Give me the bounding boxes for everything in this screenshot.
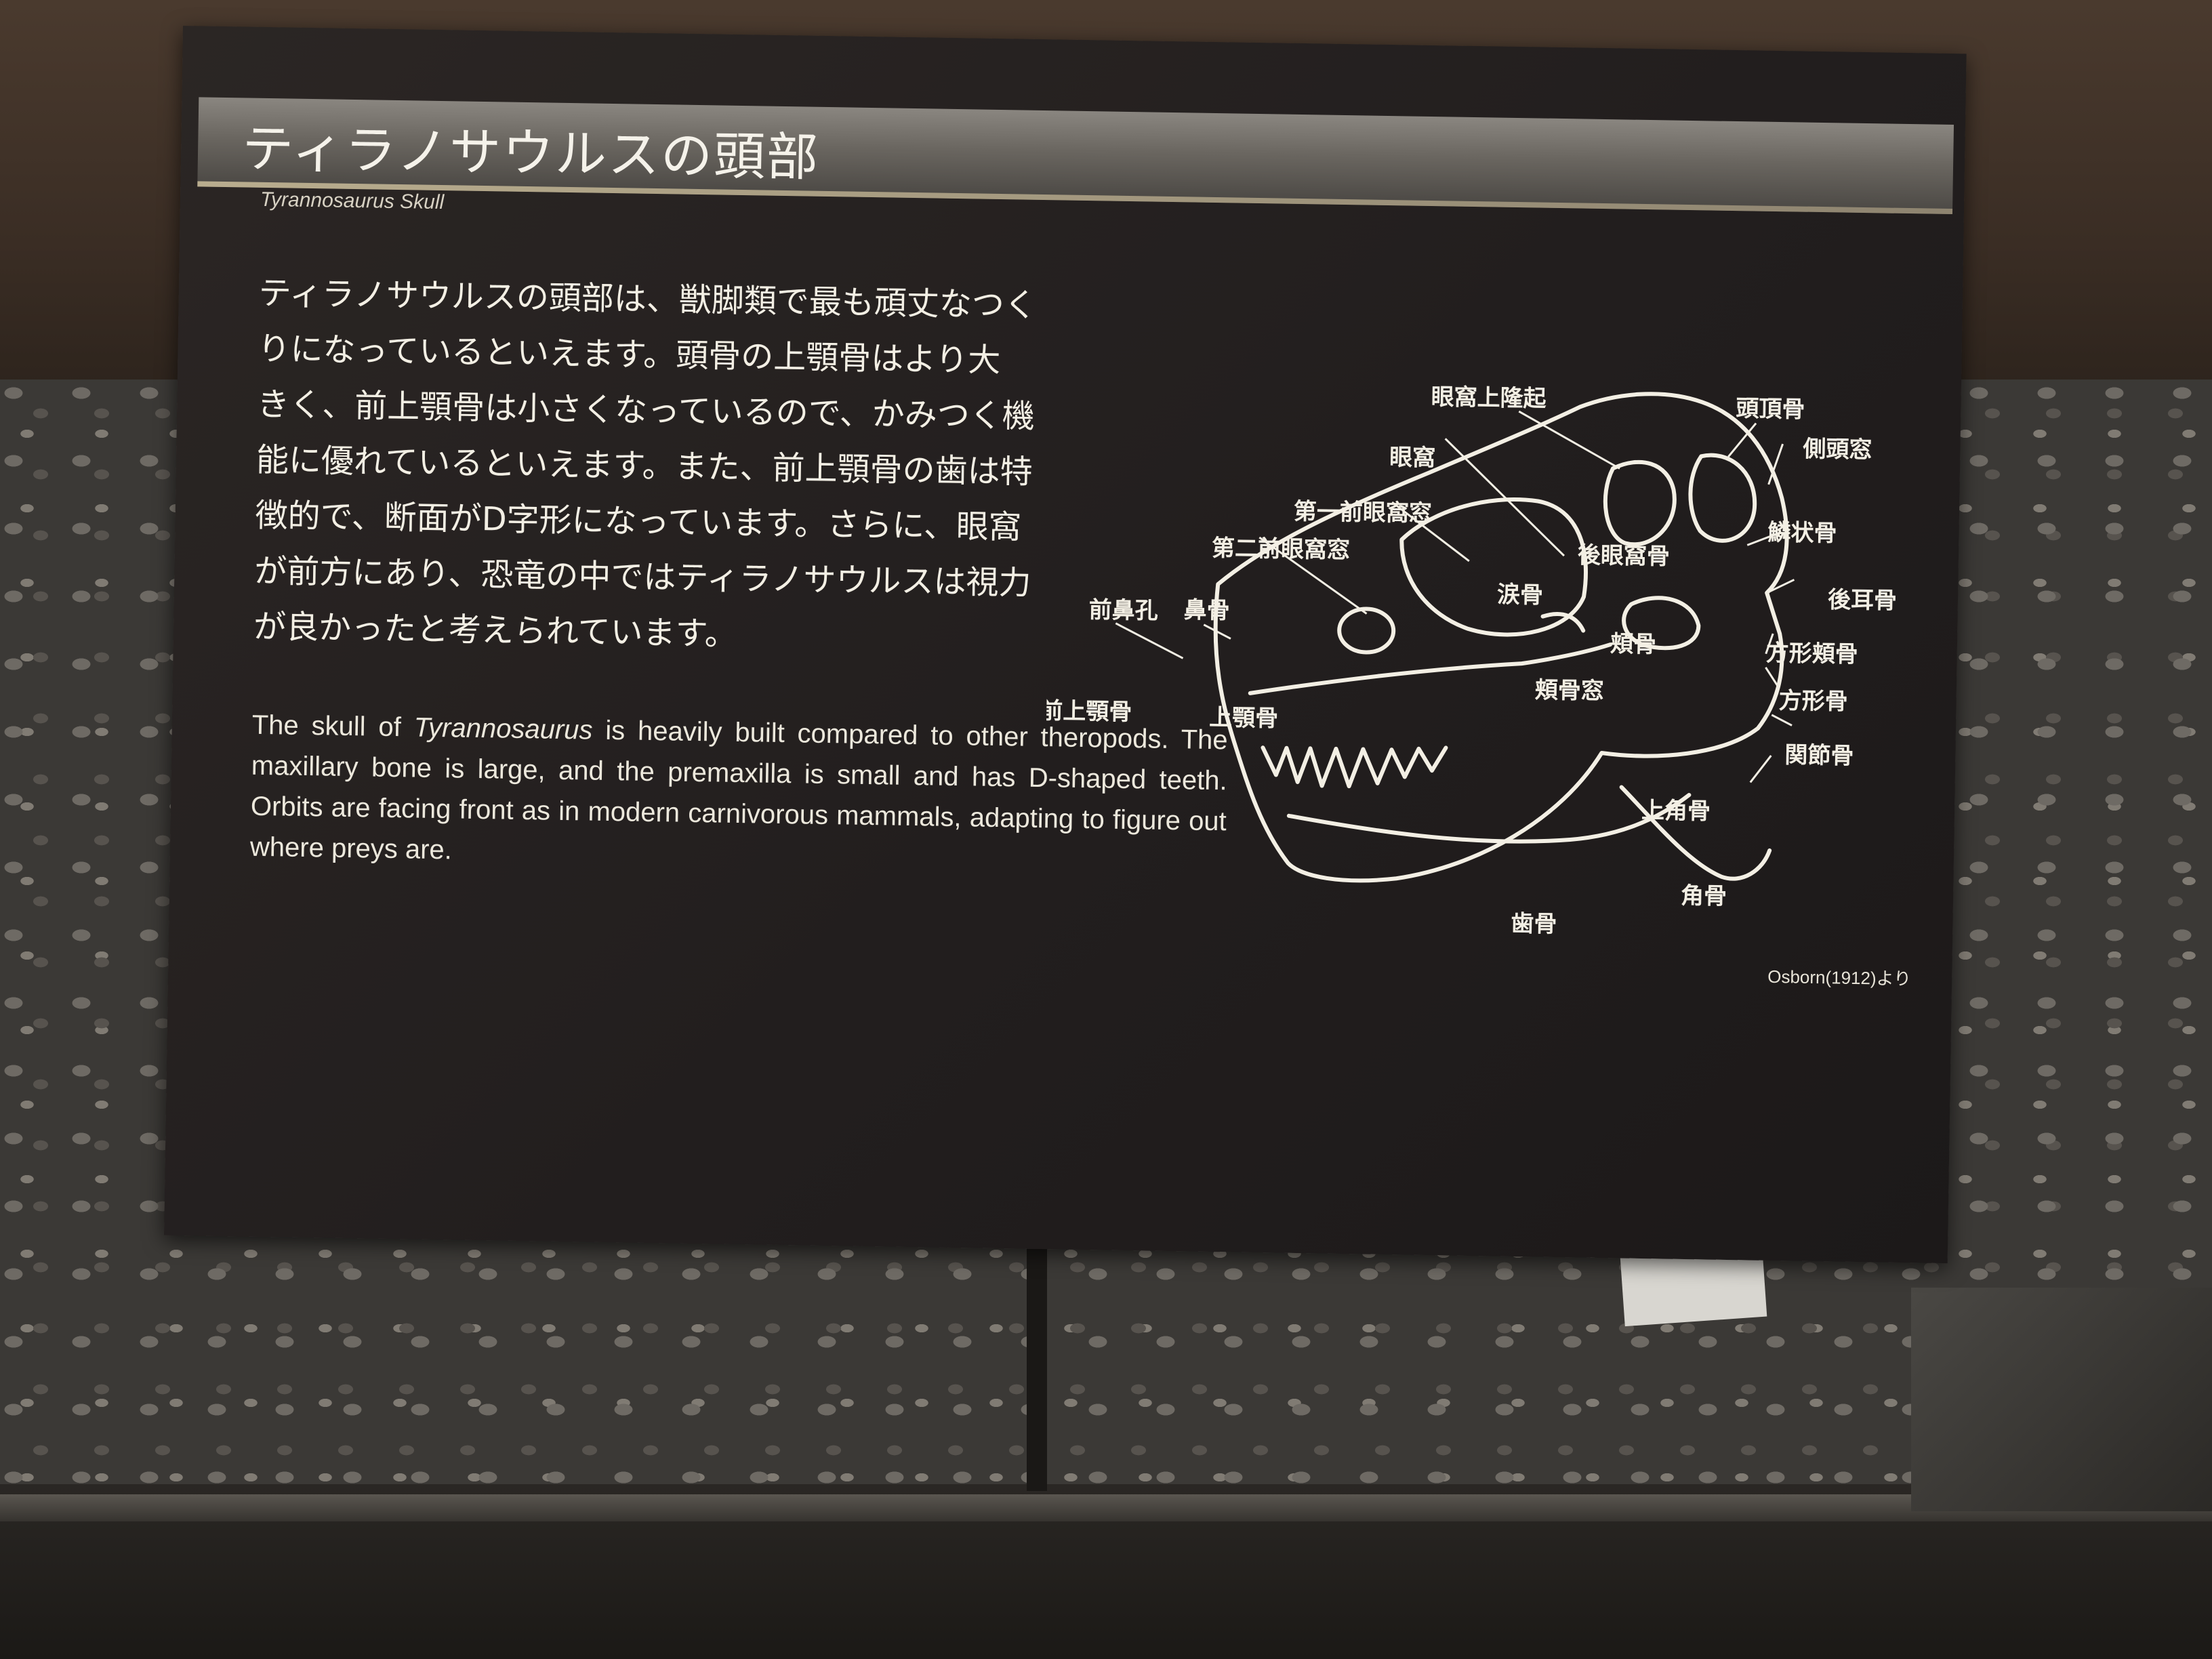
label-postorbital: 後眼窩骨 (1578, 541, 1671, 570)
label-paroccipital: 後耳骨 (1828, 586, 1898, 615)
skull-diagram: 眼窩上隆起 眼窩 第一前眼窩窓 第二前眼窩窓 前鼻孔 鼻骨 前上顎骨 上顎骨 涙… (1042, 384, 1912, 989)
label-external-naris: 前鼻孔 (1088, 596, 1158, 625)
label-squamosal: 鱗状骨 (1767, 519, 1837, 548)
label-lacrimal: 涙骨 (1497, 581, 1544, 609)
label-maxilla: 上顎骨 (1209, 704, 1279, 733)
label-first-antorbital-fenestra: 第一前眼窩窓 (1294, 498, 1433, 527)
en-genus-name: Tyrannosaurus (413, 712, 593, 745)
label-articular: 関節骨 (1784, 741, 1854, 770)
info-panel: ティラノサウルスの頭部 Tyrannosaurus Skull ティラノサウルス… (163, 26, 1967, 1264)
label-jugal: 頬骨 (1610, 630, 1657, 658)
label-nasal: 鼻骨 (1183, 596, 1230, 624)
label-second-antorbital-fenestra: 第二前眼窩窓 (1212, 535, 1351, 564)
label-angular: 角骨 (1681, 882, 1727, 910)
label-quadratojugal: 方形頬骨 (1765, 640, 1858, 668)
panel-subtitle: Tyrannosaurus Skull (260, 188, 445, 214)
label-temporal-fenestra: 側頭窓 (1802, 436, 1872, 464)
label-dentary: 歯骨 (1511, 910, 1557, 938)
source-credit: Osborn(1912)より (1767, 966, 1911, 989)
label-postorbital-crest: 眼窩上隆起 (1431, 384, 1547, 413)
label-jugal-fenestra: 頬骨窓 (1535, 676, 1605, 705)
metal-bracket (1911, 1288, 2212, 1511)
label-parietal: 頭頂骨 (1736, 395, 1805, 424)
label-orbit: 眼窩 (1389, 444, 1436, 472)
label-quadrate: 方形骨 (1778, 687, 1848, 716)
label-surangular: 上角骨 (1641, 797, 1711, 825)
en-text-start: The skull of (251, 710, 415, 743)
label-premaxilla: 前上顎骨 (1042, 697, 1132, 726)
metal-rail (0, 1494, 2212, 1521)
panel-title: ティラノサウルスの頭部 (241, 118, 820, 188)
